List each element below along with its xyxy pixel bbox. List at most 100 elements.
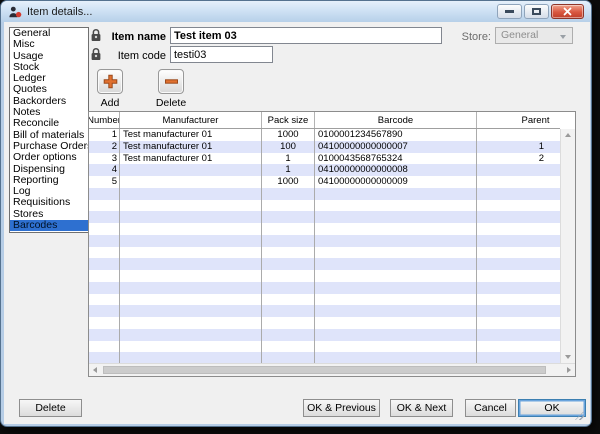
table-cell [89, 258, 120, 270]
table-cell [477, 129, 560, 141]
table-cell [89, 223, 120, 235]
add-button[interactable] [97, 69, 123, 94]
table-cell [262, 329, 315, 341]
table-cell [477, 294, 560, 306]
table-row-empty[interactable] [89, 294, 560, 306]
table-cell [262, 247, 315, 259]
table-row-empty[interactable] [89, 352, 560, 363]
minimize-button[interactable] [497, 4, 522, 19]
table-cell [315, 317, 477, 329]
table-cell [120, 200, 262, 212]
barcode-table: NumberManufacturerPack sizeBarcodeParent… [88, 111, 576, 377]
column-header-barcode[interactable]: Barcode [315, 112, 477, 128]
column-header-number[interactable]: Number [89, 112, 120, 128]
table-cell: 2 [89, 141, 120, 153]
ok-next-button[interactable]: OK & Next [390, 399, 453, 417]
table-cell [315, 223, 477, 235]
table-row-empty[interactable] [89, 270, 560, 282]
table-cell [315, 270, 477, 282]
table-row-empty[interactable] [89, 329, 560, 341]
table-row[interactable]: 5100004100000000000009 [89, 176, 560, 188]
ok-previous-button[interactable]: OK & Previous [303, 399, 380, 417]
sidebar-item-reconcile[interactable]: Reconcile [10, 118, 88, 129]
table-cell [315, 329, 477, 341]
table-row-empty[interactable] [89, 341, 560, 353]
table-row[interactable]: 3Test manufacturer 01101000435687653242 [89, 153, 560, 165]
sidebar: GeneralMiscUsageStockLedgerQuotesBackord… [9, 27, 89, 233]
column-header-parent[interactable]: Parent [477, 112, 560, 128]
sidebar-item-barcodes[interactable]: Barcodes [10, 220, 88, 231]
store-dropdown: General [495, 27, 573, 44]
table-cell [89, 200, 120, 212]
table-cell [120, 176, 262, 188]
column-header-manufacturer[interactable]: Manufacturer [120, 112, 262, 128]
scroll-down-icon[interactable] [565, 355, 571, 359]
add-button-label: Add [88, 97, 132, 109]
vertical-scrollbar[interactable] [560, 129, 575, 363]
maximize-button[interactable] [524, 4, 549, 19]
table-row[interactable]: 4104100000000000008 [89, 164, 560, 176]
table-cell: 100 [262, 141, 315, 153]
table-cell: 04100000000000009 [315, 176, 477, 188]
table-row-empty[interactable] [89, 247, 560, 259]
chevron-down-icon [560, 35, 566, 39]
store-value: General [501, 29, 538, 41]
table-cell: 1 [262, 164, 315, 176]
table-cell [120, 235, 262, 247]
table-row-empty[interactable] [89, 305, 560, 317]
close-button[interactable] [551, 4, 584, 19]
item-name-input[interactable] [170, 27, 442, 44]
table-cell [315, 211, 477, 223]
table-row-empty[interactable] [89, 211, 560, 223]
cancel-button[interactable]: Cancel [465, 399, 516, 417]
table-cell [89, 341, 120, 353]
table-cell [262, 211, 315, 223]
table-row[interactable]: 1Test manufacturer 011000010000123456789… [89, 129, 560, 141]
client-area: GeneralMiscUsageStockLedgerQuotesBackord… [4, 22, 590, 424]
horizontal-scroll-thumb[interactable] [103, 366, 546, 374]
table-cell [89, 235, 120, 247]
table-cell: Test manufacturer 01 [120, 129, 262, 141]
item-code-input[interactable] [170, 46, 273, 63]
table-cell [315, 305, 477, 317]
horizontal-scrollbar[interactable] [89, 363, 575, 376]
scroll-right-icon[interactable] [567, 367, 571, 373]
scroll-up-icon[interactable] [565, 133, 571, 137]
table-cell [315, 341, 477, 353]
item-code-label: Item code [96, 50, 166, 62]
maximize-icon [532, 8, 541, 15]
table-row[interactable]: 2Test manufacturer 011000410000000000000… [89, 141, 560, 153]
table-cell [120, 317, 262, 329]
table-body: 1Test manufacturer 011000010000123456789… [89, 129, 560, 363]
delete-button[interactable]: Delete [19, 399, 82, 417]
table-cell [262, 341, 315, 353]
table-row-empty[interactable] [89, 188, 560, 200]
table-row-empty[interactable] [89, 282, 560, 294]
table-row-empty[interactable] [89, 235, 560, 247]
table-row-empty[interactable] [89, 200, 560, 212]
table-cell [477, 352, 560, 363]
table-cell: 4 [89, 164, 120, 176]
table-cell [262, 258, 315, 270]
delete-row-button[interactable] [158, 69, 184, 94]
table-cell [477, 258, 560, 270]
table-cell [120, 282, 262, 294]
scroll-left-icon[interactable] [93, 367, 97, 373]
table-row-empty[interactable] [89, 317, 560, 329]
table-cell [262, 270, 315, 282]
table-cell [89, 247, 120, 259]
table-cell [477, 200, 560, 212]
table-cell [89, 282, 120, 294]
table-cell [89, 211, 120, 223]
minus-icon [164, 74, 179, 89]
table-cell [477, 188, 560, 200]
sidebar-item-misc[interactable]: Misc [10, 39, 88, 50]
titlebar[interactable]: Item details... [1, 1, 591, 22]
ok-button[interactable]: OK [518, 399, 586, 417]
table-cell [89, 317, 120, 329]
table-row-empty[interactable] [89, 223, 560, 235]
table-cell [120, 223, 262, 235]
sidebar-item-order-options[interactable]: Order options [10, 152, 88, 163]
column-header-pack-size[interactable]: Pack size [262, 112, 315, 128]
table-row-empty[interactable] [89, 258, 560, 270]
